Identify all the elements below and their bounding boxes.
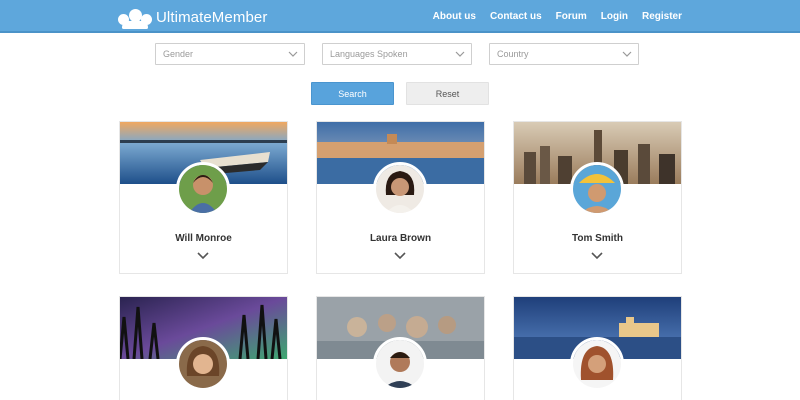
member-name[interactable]: Tom Smith (514, 233, 681, 244)
member-card[interactable]: Tom Smith (513, 121, 682, 274)
main-nav: About us Contact us Forum Login Register (433, 0, 682, 33)
nav-forum[interactable]: Forum (556, 11, 587, 22)
chevron-down-icon (288, 51, 298, 57)
avatar[interactable] (373, 337, 427, 391)
languages-select[interactable]: Languages Spoken (322, 43, 472, 65)
users-group-icon (118, 7, 152, 29)
chevron-down-icon[interactable] (197, 251, 209, 261)
member-card[interactable] (119, 296, 288, 400)
search-button[interactable]: Search (311, 82, 394, 105)
chevron-down-icon[interactable] (394, 251, 406, 261)
member-name[interactable]: Laura Brown (317, 233, 484, 244)
top-header: UltimateMember About us Contact us Forum… (0, 0, 800, 33)
chevron-down-icon (622, 51, 632, 57)
chevron-down-icon (455, 51, 465, 57)
reset-button[interactable]: Reset (406, 82, 489, 105)
brand-name: UltimateMember (156, 8, 268, 26)
nav-about-us[interactable]: About us (433, 11, 476, 22)
avatar[interactable] (176, 162, 230, 216)
nav-contact-us[interactable]: Contact us (490, 11, 542, 22)
member-card[interactable]: Laura Brown (316, 121, 485, 274)
member-card[interactable] (316, 296, 485, 400)
country-placeholder: Country (497, 49, 529, 59)
avatar[interactable] (176, 337, 230, 391)
brand-logo[interactable]: UltimateMember (118, 6, 268, 29)
avatar[interactable] (570, 162, 624, 216)
chevron-down-icon[interactable] (591, 251, 603, 261)
languages-placeholder: Languages Spoken (330, 49, 408, 59)
avatar[interactable] (373, 162, 427, 216)
gender-placeholder: Gender (163, 49, 194, 59)
country-select[interactable]: Country (489, 43, 639, 65)
member-card[interactable]: Will Monroe (119, 121, 288, 274)
member-name[interactable]: Will Monroe (120, 233, 287, 244)
gender-select[interactable]: Gender (155, 43, 305, 65)
nav-register[interactable]: Register (642, 11, 682, 22)
member-card[interactable] (513, 296, 682, 400)
avatar[interactable] (570, 337, 624, 391)
nav-login[interactable]: Login (601, 11, 628, 22)
